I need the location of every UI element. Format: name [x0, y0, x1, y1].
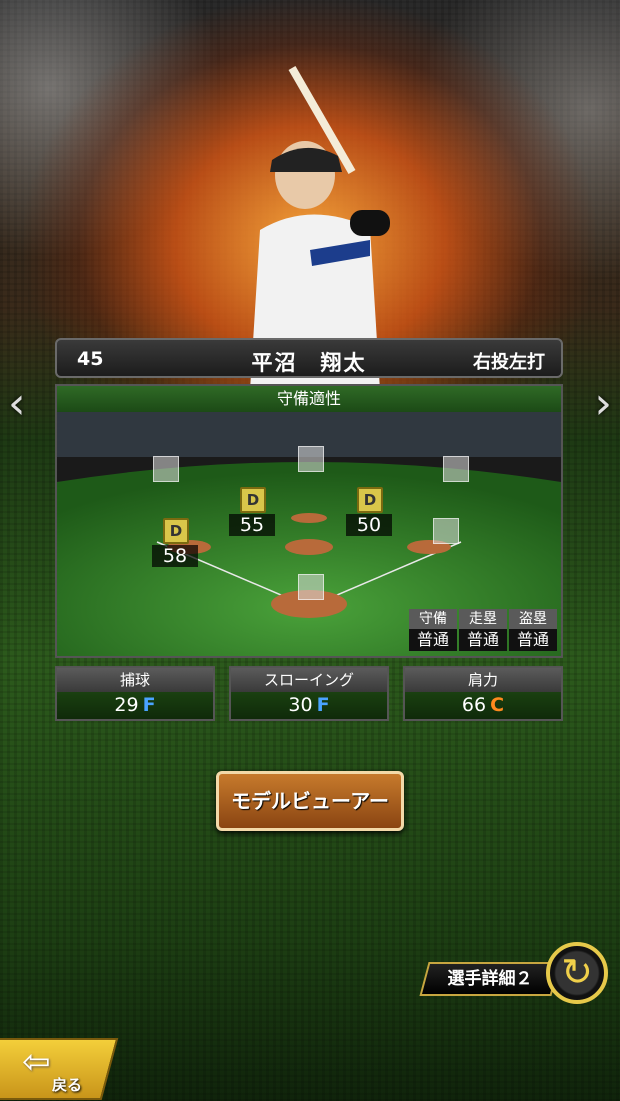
mini-stat-header: 守備: [409, 609, 457, 629]
position-first-base[interactable]: [433, 518, 459, 544]
rating-label: スローイング: [231, 668, 387, 692]
rating-label: 肩力: [405, 668, 561, 692]
mini-stat-value: 普通: [409, 629, 457, 651]
value-shortstop: 55: [229, 514, 275, 536]
position-center-field[interactable]: [298, 446, 324, 472]
player-detail-button[interactable]: 選手詳細２: [419, 962, 561, 996]
chevron-right-icon[interactable]: ›: [594, 378, 612, 429]
mini-stat-value: 普通: [509, 629, 557, 651]
mini-stat-header: 走塁: [459, 609, 507, 629]
position-left-field[interactable]: [153, 456, 179, 482]
player-detail-label: 選手詳細２: [447, 969, 533, 989]
rating-catching: 捕球 29 F: [55, 666, 215, 721]
field-diagram: D 58 D 55 D 50 守備 普通 走塁 普通 盗塁 普通: [57, 412, 561, 656]
mini-stat-header: 盗塁: [509, 609, 557, 629]
value-second: 50: [346, 514, 392, 536]
mini-stats: 守備 普通 走塁 普通 盗塁 普通: [409, 609, 557, 651]
defense-panel: 守備適性 D 58 D 55 D 50 守備 普通 走塁 普通 盗塁 普通: [55, 384, 563, 658]
rating-arm: 肩力 66 C: [403, 666, 563, 721]
rating-throwing: スローイング 30 F: [229, 666, 389, 721]
position-right-field[interactable]: [443, 456, 469, 482]
model-viewer-button[interactable]: モデルビューアー: [216, 771, 404, 831]
throw-bat-label: 右投左打: [473, 352, 545, 373]
grade-badge-third: D: [163, 518, 189, 544]
value-third: 58: [152, 545, 198, 567]
defense-title: 守備適性: [57, 386, 561, 412]
mini-stat-value: 普通: [459, 629, 507, 651]
cycle-arrows-icon[interactable]: ↻: [546, 942, 608, 1004]
rating-value: 66: [461, 694, 487, 716]
rating-label: 捕球: [57, 668, 213, 692]
grade-badge-shortstop: D: [240, 487, 266, 513]
rating-grade: C: [490, 694, 505, 716]
rating-value: 29: [114, 694, 139, 716]
rating-grade: F: [316, 694, 330, 716]
rating-value: 30: [288, 694, 313, 716]
rating-grade: F: [142, 694, 156, 716]
grade-badge-second: D: [357, 487, 383, 513]
back-arrow-icon: ⇦: [22, 1042, 51, 1082]
back-label[interactable]: 戻る: [52, 1074, 82, 1095]
player-header: 45 平沼 翔太 右投左打: [55, 338, 563, 378]
chevron-left-icon[interactable]: ‹: [8, 378, 26, 429]
position-pitcher[interactable]: [298, 574, 324, 600]
